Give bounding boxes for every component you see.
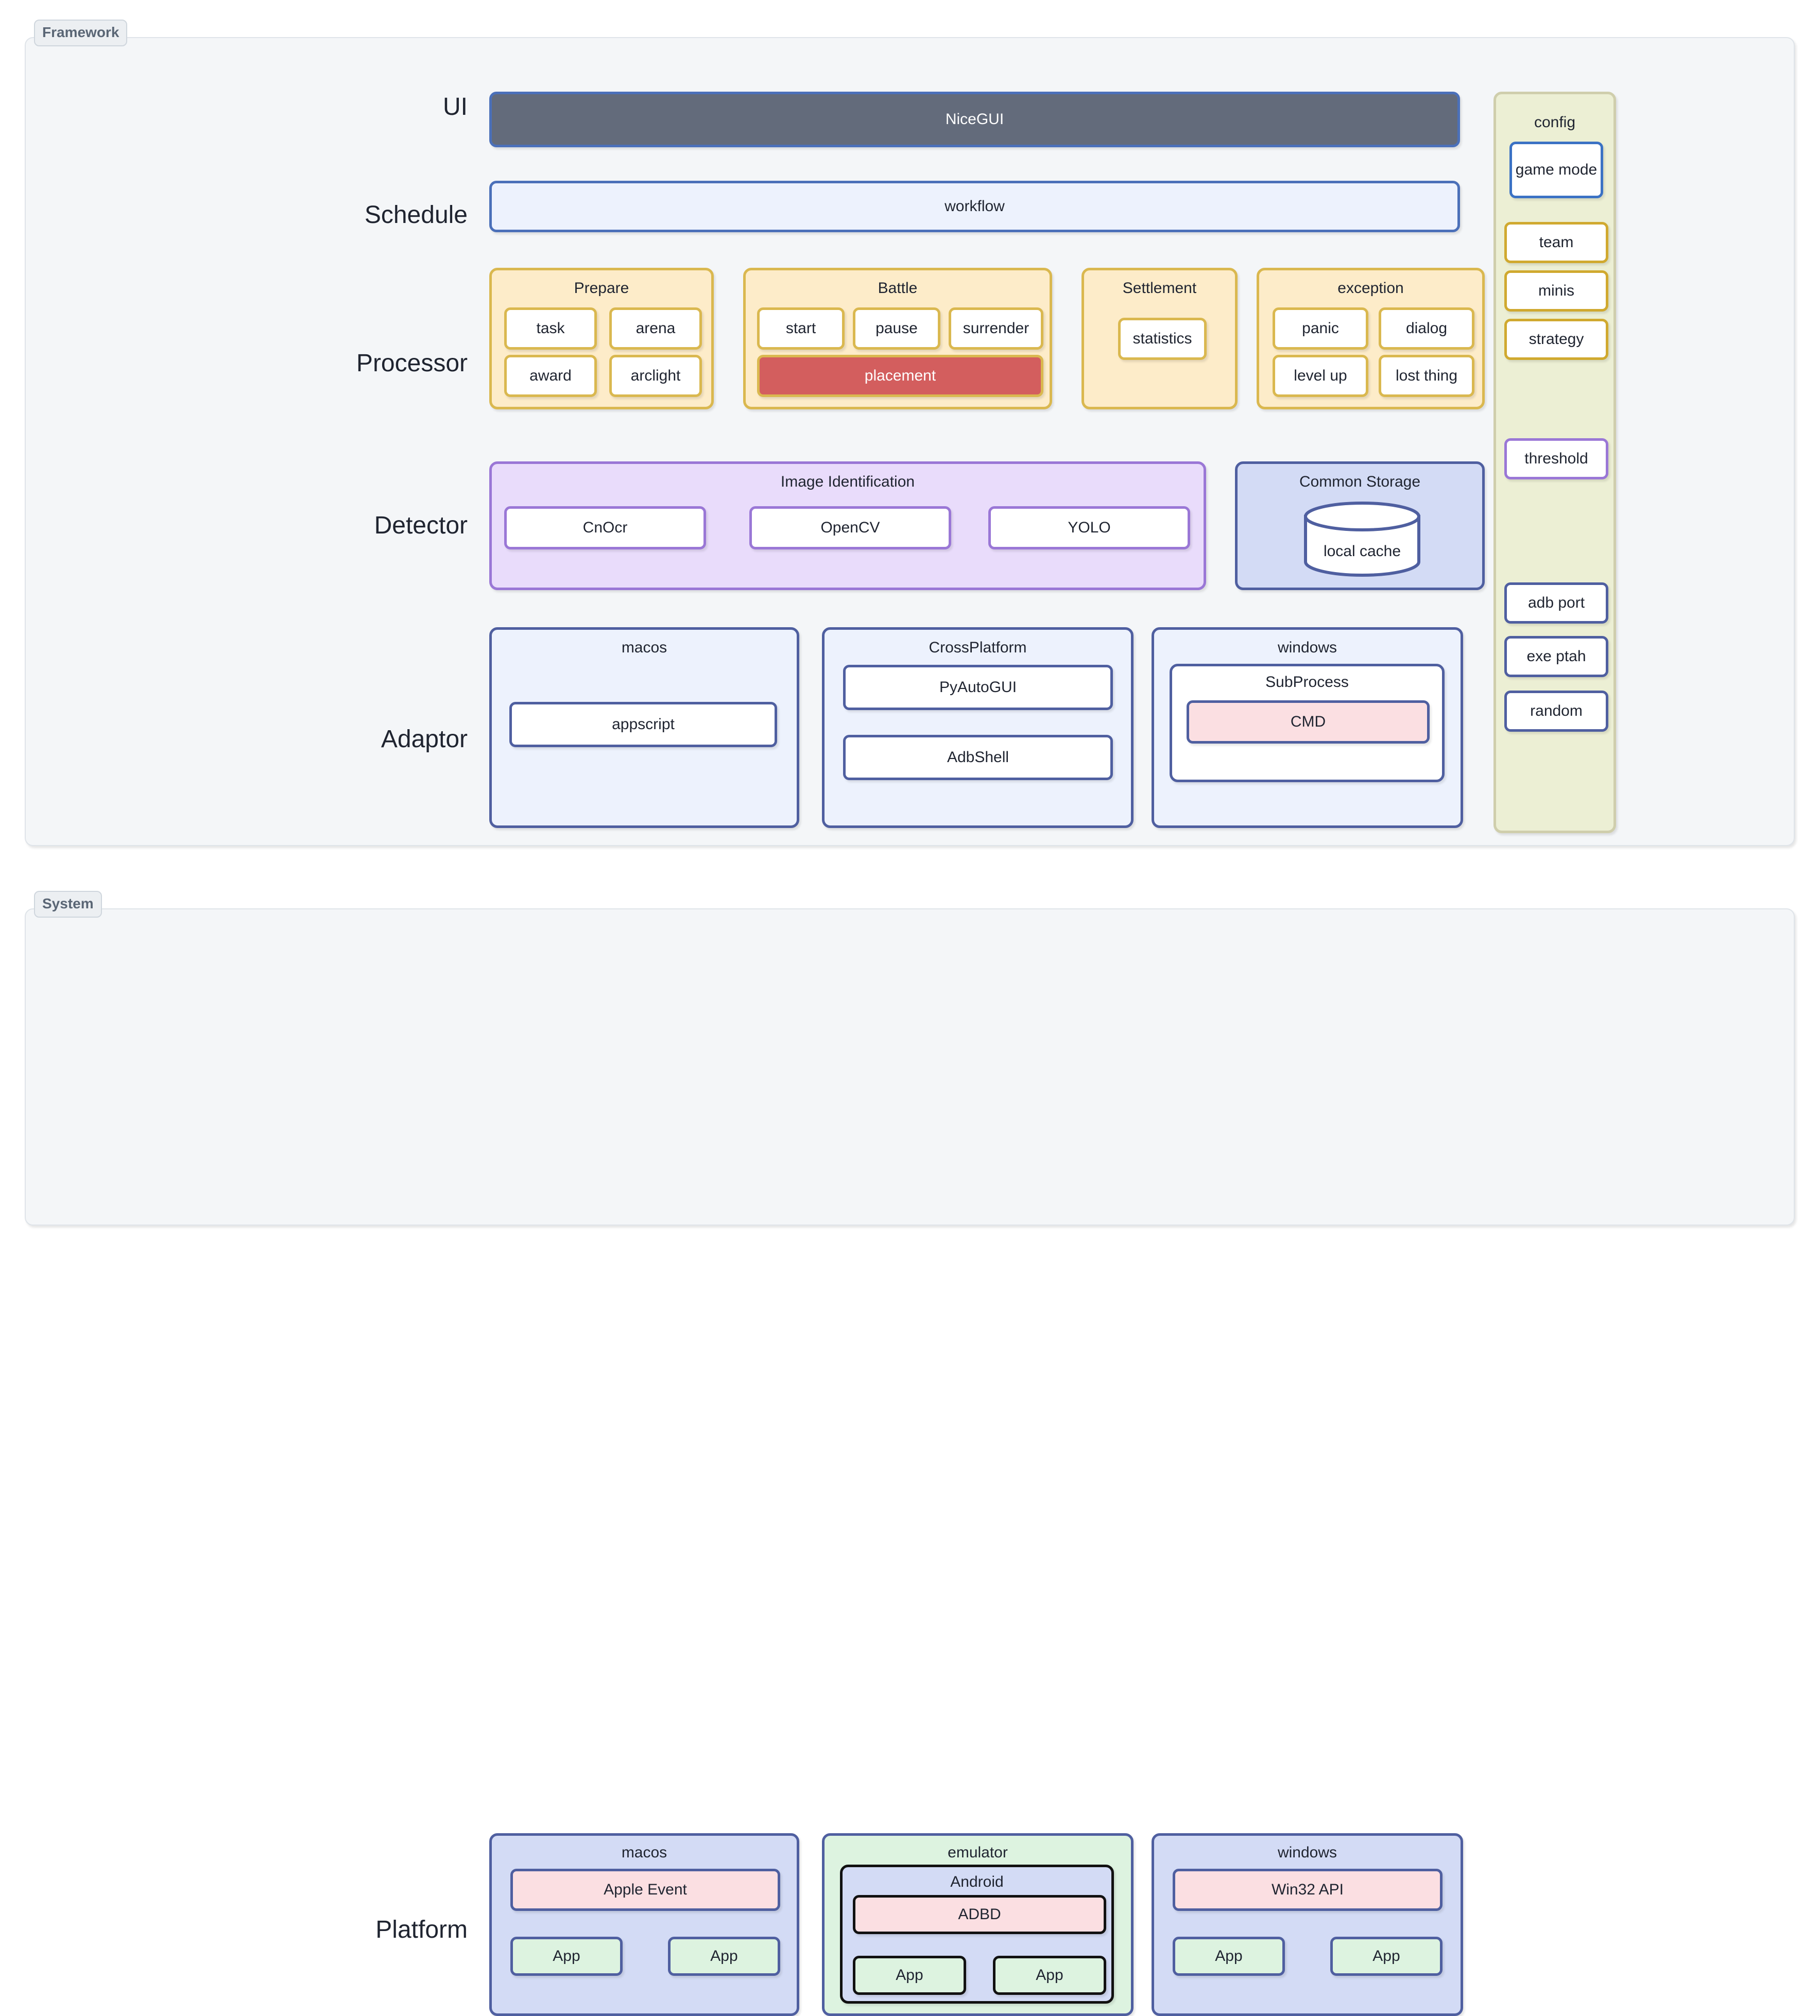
adaptor-windows-cmd[interactable]: CMD bbox=[1187, 700, 1430, 744]
platform-emulator-android-group: Android ADBD App App bbox=[840, 1865, 1114, 2004]
row-label-schedule: Schedule bbox=[364, 201, 468, 229]
platform-macos-title: macos bbox=[621, 1844, 667, 1861]
adaptor-windows-subprocess-group: SubProcess CMD bbox=[1170, 664, 1445, 782]
settlement-group: Settlement statistics bbox=[1081, 268, 1238, 409]
platform-emulator-app-1[interactable]: App bbox=[853, 1956, 966, 1995]
exception-group: exception panic dialog level up lost thi… bbox=[1257, 268, 1485, 409]
platform-macos-group: macos Apple Event App App bbox=[489, 1833, 799, 2016]
platform-emulator-title: emulator bbox=[948, 1844, 1008, 1861]
detector-item-yolo[interactable]: YOLO bbox=[988, 506, 1190, 549]
battle-group: Battle start pause surrender placement bbox=[743, 268, 1052, 409]
prepare-item-arena[interactable]: arena bbox=[609, 307, 702, 350]
config-group: config game mode team minis strategy thr… bbox=[1493, 92, 1616, 833]
adaptor-windows-group: windows SubProcess CMD bbox=[1152, 627, 1463, 828]
system-section-tag: System bbox=[34, 891, 102, 918]
system-section-body bbox=[25, 908, 1795, 1226]
row-label-detector: Detector bbox=[374, 512, 468, 539]
config-item-exe-ptah[interactable]: exe ptah bbox=[1504, 636, 1608, 677]
config-item-threshold[interactable]: threshold bbox=[1504, 438, 1608, 479]
framework-section-tag: Framework bbox=[34, 20, 128, 46]
adaptor-windows-title: windows bbox=[1277, 639, 1337, 656]
battle-item-pause[interactable]: pause bbox=[853, 307, 940, 350]
platform-macos-app-2[interactable]: App bbox=[668, 1937, 780, 1976]
battle-title: Battle bbox=[878, 280, 918, 297]
exception-item-panic[interactable]: panic bbox=[1273, 307, 1368, 350]
platform-macos-api[interactable]: Apple Event bbox=[510, 1869, 780, 1911]
settlement-item-statistics[interactable]: statistics bbox=[1118, 318, 1207, 360]
platform-emulator-app-2[interactable]: App bbox=[993, 1956, 1106, 1995]
settlement-title: Settlement bbox=[1122, 280, 1197, 297]
exception-item-dialog[interactable]: dialog bbox=[1379, 307, 1474, 350]
system-section: System Platform macos Apple Event App Ap… bbox=[25, 891, 1795, 2016]
platform-emulator-android-title: Android bbox=[950, 1873, 1004, 1890]
platform-emulator-group: emulator Android ADBD App App bbox=[822, 1833, 1134, 2016]
row-label-platform: Platform bbox=[375, 1916, 468, 1943]
battle-item-placement[interactable]: placement bbox=[757, 355, 1043, 397]
prepare-item-arclight[interactable]: arclight bbox=[609, 355, 702, 397]
platform-windows-title: windows bbox=[1277, 1844, 1337, 1861]
config-item-minis[interactable]: minis bbox=[1504, 270, 1608, 312]
adaptor-crossplatform-item-pyautogui[interactable]: PyAutoGUI bbox=[843, 665, 1113, 710]
exception-item-level-up[interactable]: level up bbox=[1273, 355, 1368, 397]
config-item-adb-port[interactable]: adb port bbox=[1504, 582, 1608, 624]
prepare-item-award[interactable]: award bbox=[504, 355, 597, 397]
platform-windows-group: windows Win32 API App App bbox=[1152, 1833, 1463, 2016]
adaptor-macos-title: macos bbox=[621, 639, 667, 656]
battle-item-start[interactable]: start bbox=[757, 307, 845, 350]
battle-item-surrender[interactable]: surrender bbox=[949, 307, 1043, 350]
platform-windows-api[interactable]: Win32 API bbox=[1173, 1869, 1443, 1911]
prepare-title: Prepare bbox=[574, 280, 629, 297]
image-identification-title: Image Identification bbox=[780, 473, 915, 490]
local-cache-database[interactable]: local cache bbox=[1302, 501, 1422, 577]
adaptor-crossplatform-title: CrossPlatform bbox=[929, 639, 1027, 656]
config-item-strategy[interactable]: strategy bbox=[1504, 319, 1608, 360]
adaptor-macos-item-appscript[interactable]: appscript bbox=[509, 702, 777, 747]
common-storage-title: Common Storage bbox=[1299, 473, 1421, 490]
detector-item-cnocr[interactable]: CnOcr bbox=[504, 506, 706, 549]
exception-item-lost-thing[interactable]: lost thing bbox=[1379, 355, 1474, 397]
detector-item-opencv[interactable]: OpenCV bbox=[749, 506, 951, 549]
image-identification-group: Image Identification CnOcr OpenCV YOLO bbox=[489, 461, 1206, 590]
row-label-processor: Processor bbox=[356, 350, 468, 377]
platform-emulator-adbd[interactable]: ADBD bbox=[853, 1895, 1106, 1934]
row-label-adaptor: Adaptor bbox=[381, 726, 468, 753]
adaptor-crossplatform-group: CrossPlatform PyAutoGUI AdbShell bbox=[822, 627, 1134, 828]
platform-macos-app-1[interactable]: App bbox=[510, 1937, 623, 1976]
prepare-item-task[interactable]: task bbox=[504, 307, 597, 350]
exception-title: exception bbox=[1337, 280, 1404, 297]
row-label-ui: UI bbox=[443, 93, 468, 120]
diagram-canvas: Framework UI Schedule Processor Detector… bbox=[0, 0, 1820, 2016]
config-item-random[interactable]: random bbox=[1504, 691, 1608, 732]
adaptor-crossplatform-item-adbshell[interactable]: AdbShell bbox=[843, 735, 1113, 780]
workflow-box[interactable]: workflow bbox=[489, 181, 1460, 232]
config-item-team[interactable]: team bbox=[1504, 222, 1608, 263]
adaptor-macos-group: macos appscript bbox=[489, 627, 799, 828]
nicegui-box[interactable]: NiceGUI bbox=[489, 92, 1460, 147]
local-cache-label: local cache bbox=[1323, 543, 1401, 560]
platform-windows-app-1[interactable]: App bbox=[1173, 1937, 1285, 1976]
common-storage-group: Common Storage local cache bbox=[1235, 461, 1485, 590]
config-item-game-mode[interactable]: game mode bbox=[1509, 142, 1603, 198]
adaptor-windows-subprocess-title: SubProcess bbox=[1265, 674, 1349, 691]
config-title: config bbox=[1534, 114, 1576, 131]
framework-section: Framework UI Schedule Processor Detector… bbox=[25, 20, 1795, 846]
prepare-group: Prepare task arena award arclight bbox=[489, 268, 714, 409]
platform-windows-app-2[interactable]: App bbox=[1330, 1937, 1443, 1976]
